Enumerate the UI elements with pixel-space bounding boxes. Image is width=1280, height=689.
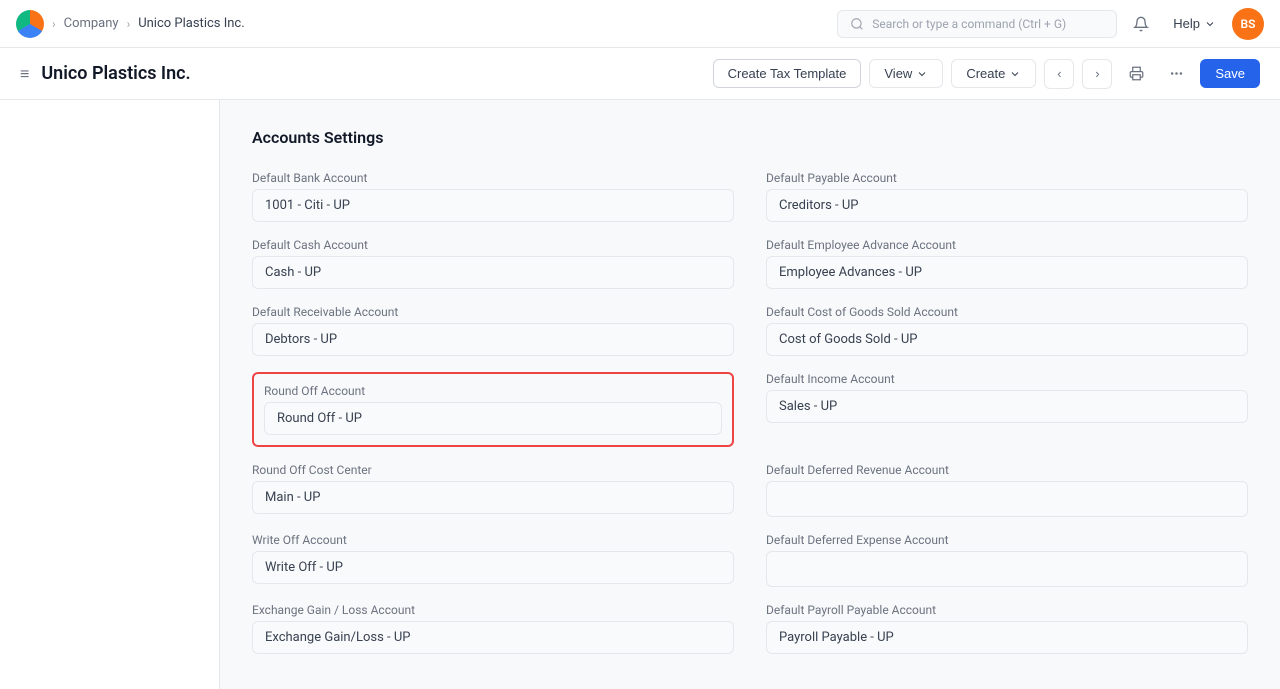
- prev-button[interactable]: ‹: [1044, 59, 1074, 89]
- main-layout: Accounts Settings Default Bank Account 10…: [0, 100, 1280, 689]
- field-value[interactable]: [766, 481, 1248, 517]
- form-field-right-5: Default Deferred Expense Account: [766, 533, 1248, 587]
- field-value[interactable]: Sales - UP: [766, 390, 1248, 423]
- view-button[interactable]: View: [869, 59, 943, 88]
- create-tax-template-button[interactable]: Create Tax Template: [713, 59, 862, 88]
- field-value[interactable]: Exchange Gain/Loss - UP: [252, 621, 734, 654]
- print-button[interactable]: [1120, 58, 1152, 90]
- form-field-right-2: Default Cost of Goods Sold Account Cost o…: [766, 305, 1248, 356]
- nav-actions: Help BS: [1125, 8, 1264, 40]
- field-label: Default Income Account: [766, 372, 1248, 386]
- field-value[interactable]: Cost of Goods Sold - UP: [766, 323, 1248, 356]
- field-label: Default Deferred Revenue Account: [766, 463, 1248, 477]
- field-value[interactable]: Round Off - UP: [264, 402, 722, 435]
- field-label: Round Off Account: [264, 384, 722, 398]
- print-icon: [1129, 66, 1144, 81]
- form-field-left-1: Default Cash Account Cash - UP: [252, 238, 734, 289]
- breadcrumb-company[interactable]: Company: [64, 16, 119, 31]
- bell-icon: [1133, 16, 1149, 32]
- field-value[interactable]: Debtors - UP: [252, 323, 734, 356]
- breadcrumb-current: Unico Plastics Inc.: [138, 16, 244, 31]
- form-field-right-1: Default Employee Advance Account Employee…: [766, 238, 1248, 289]
- field-value[interactable]: Write Off - UP: [252, 551, 734, 584]
- avatar: BS: [1232, 8, 1264, 40]
- chevron-down-icon: [1009, 68, 1021, 80]
- field-value[interactable]: Employee Advances - UP: [766, 256, 1248, 289]
- field-label: Write Off Account: [252, 533, 734, 547]
- field-label: Round Off Cost Center: [252, 463, 734, 477]
- field-label: Exchange Gain / Loss Account: [252, 603, 734, 617]
- form-field-left-2: Default Receivable Account Debtors - UP: [252, 305, 734, 356]
- field-value[interactable]: Main - UP: [252, 481, 734, 514]
- field-value[interactable]: Payroll Payable - UP: [766, 621, 1248, 654]
- field-label: Default Cost of Goods Sold Account: [766, 305, 1248, 319]
- app-logo: [16, 10, 44, 38]
- field-label: Default Payroll Payable Account: [766, 603, 1248, 617]
- search-placeholder: Search or type a command (Ctrl + G): [872, 17, 1066, 31]
- form-field-left-4: Round Off Cost Center Main - UP: [252, 463, 734, 517]
- help-button[interactable]: Help: [1165, 12, 1224, 35]
- notification-button[interactable]: [1125, 8, 1157, 40]
- more-actions-button[interactable]: [1160, 58, 1192, 90]
- form-field-left-3: Round Off Account Round Off - UP: [252, 372, 734, 447]
- form-field-right-4: Default Deferred Revenue Account: [766, 463, 1248, 517]
- next-button[interactable]: ›: [1082, 59, 1112, 89]
- form-field-left-6: Exchange Gain / Loss Account Exchange Gai…: [252, 603, 734, 654]
- field-value[interactable]: 1001 - Citi - UP: [252, 189, 734, 222]
- chevron-down-icon: [916, 68, 928, 80]
- search-bar[interactable]: Search or type a command (Ctrl + G): [837, 10, 1117, 38]
- field-label: Default Deferred Expense Account: [766, 533, 1248, 547]
- chevron-down-icon: [1204, 18, 1216, 30]
- field-label: Default Receivable Account: [252, 305, 734, 319]
- save-button[interactable]: Save: [1200, 59, 1260, 88]
- help-label: Help: [1173, 16, 1200, 31]
- menu-toggle-icon[interactable]: ≡: [20, 64, 29, 84]
- form-field-right-3: Default Income Account Sales - UP: [766, 372, 1248, 447]
- page-title: Unico Plastics Inc.: [41, 63, 700, 84]
- page-header: ≡ Unico Plastics Inc. Create Tax Templat…: [0, 48, 1280, 100]
- sidebar: [0, 100, 220, 689]
- form-field-left-0: Default Bank Account 1001 - Citi - UP: [252, 171, 734, 222]
- field-value[interactable]: Cash - UP: [252, 256, 734, 289]
- section-title: Accounts Settings: [252, 128, 1248, 147]
- header-actions: Create Tax Template View Create ‹ › Save: [713, 58, 1260, 90]
- field-value[interactable]: Creditors - UP: [766, 189, 1248, 222]
- field-label: Default Bank Account: [252, 171, 734, 185]
- form-field-left-5: Write Off Account Write Off - UP: [252, 533, 734, 587]
- field-label: Default Payable Account: [766, 171, 1248, 185]
- form-field-right-6: Default Payroll Payable Account Payroll P…: [766, 603, 1248, 654]
- search-icon: [850, 17, 864, 31]
- field-label: Default Employee Advance Account: [766, 238, 1248, 252]
- ellipsis-icon: [1169, 66, 1184, 81]
- accounts-form: Default Bank Account1001 - Citi - UPDefa…: [252, 171, 1248, 654]
- field-label: Default Cash Account: [252, 238, 734, 252]
- content-area: Accounts Settings Default Bank Account 10…: [220, 100, 1280, 689]
- top-navigation: › Company › Unico Plastics Inc. Search o…: [0, 0, 1280, 48]
- field-value[interactable]: [766, 551, 1248, 587]
- create-button[interactable]: Create: [951, 59, 1036, 88]
- form-field-right-0: Default Payable Account Creditors - UP: [766, 171, 1248, 222]
